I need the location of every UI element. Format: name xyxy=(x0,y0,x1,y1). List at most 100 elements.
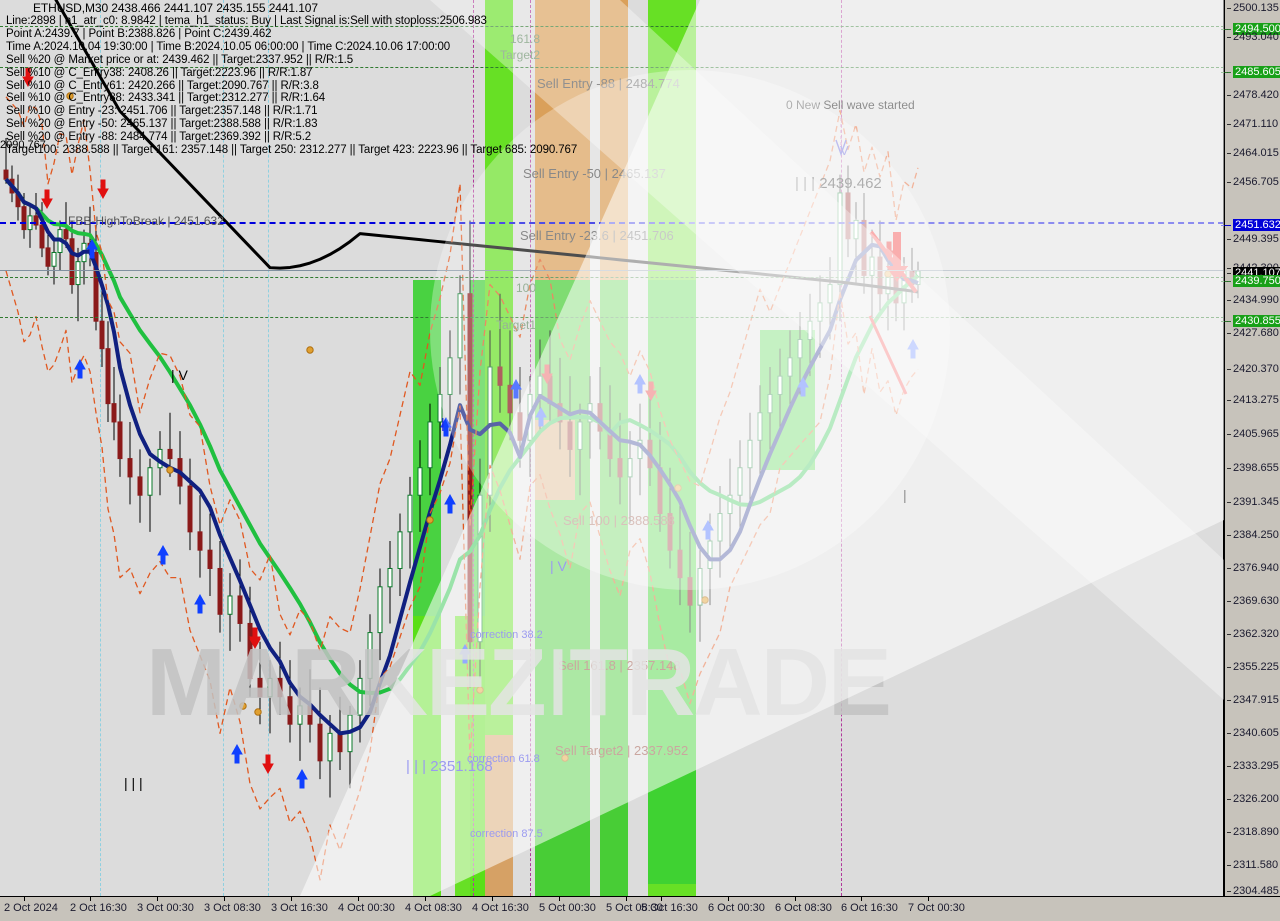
time-label-8: 5 Oct 00:30 xyxy=(539,902,596,914)
time-tick-8 xyxy=(559,897,560,901)
candle xyxy=(397,513,403,596)
candle xyxy=(51,238,57,285)
buy-arrow xyxy=(535,406,547,427)
price-tick-2485.605: 2485.605 xyxy=(1225,65,1280,79)
candle xyxy=(687,531,693,633)
annotation-wave-iv-left: | V xyxy=(171,367,188,383)
time-label-2: 3 Oct 00:30 xyxy=(137,902,194,914)
annotation-wave-v-arrow: V xyxy=(840,143,849,158)
time-tick-4 xyxy=(291,897,292,901)
price-tick-2427.680: 2427.680 xyxy=(1225,326,1280,340)
time-tick-7 xyxy=(492,897,493,901)
candle xyxy=(387,541,393,624)
candle xyxy=(861,192,867,294)
price-tick-2439.750: 2439.750 xyxy=(1225,274,1280,288)
candle xyxy=(187,458,193,551)
time-label-12: 6 Oct 08:30 xyxy=(775,902,832,914)
time-label-7: 4 Oct 16:30 xyxy=(472,902,529,914)
annotation-sell-100: Sell 100 | 2388.588 xyxy=(563,513,675,528)
price-tick-2449.395: 2449.395 xyxy=(1225,232,1280,246)
annotation-wave-i-mid: | xyxy=(441,415,445,431)
price-tick-2434.990: 2434.990 xyxy=(1225,293,1280,307)
candle xyxy=(787,330,793,413)
buy-arrow xyxy=(74,358,86,379)
chart-info-line-6: Sell %10 @ C_Entry88: 2433.341 || Target… xyxy=(6,92,326,105)
annotation-sell-entry-236: Sell Entry -23.6 | 2451.706 xyxy=(520,228,674,243)
time-tick-0 xyxy=(24,897,25,901)
price-scale[interactable]: 2500.135 2494.500 2493.040 2485.605 2478.420… xyxy=(1221,0,1280,897)
sell-arrow xyxy=(41,189,53,210)
candle xyxy=(717,486,723,578)
candle xyxy=(407,476,413,569)
time-label-5: 4 Oct 00:30 xyxy=(338,902,395,914)
price-tick-2471.110: 2471.110 xyxy=(1225,117,1280,131)
candle xyxy=(597,366,603,450)
price-tick-2493.040: 2493.040 xyxy=(1225,30,1280,44)
time-tick-9 xyxy=(626,897,627,901)
candle xyxy=(117,394,123,477)
time-scale[interactable]: 2 Oct 2024 2 Oct 16:30 3 Oct 00:30 3 Oct 08… xyxy=(0,896,1280,921)
price-tick-2384.250: 2384.250 xyxy=(1225,528,1280,542)
price-tick-2369.630: 2369.630 xyxy=(1225,594,1280,608)
candle xyxy=(147,458,153,532)
candle xyxy=(507,330,513,441)
chart-info-line-7: Sell %10 @ Entry -23: 2451.706 || Target… xyxy=(6,105,318,118)
watermark-mid: Z xyxy=(487,629,547,736)
candle xyxy=(757,385,763,477)
time-label-1: 2 Oct 16:30 xyxy=(70,902,127,914)
price-tick-2420.370: 2420.370 xyxy=(1225,362,1280,376)
time-tick-2 xyxy=(157,897,158,901)
buy-arrow xyxy=(296,768,308,789)
time-tick-3 xyxy=(224,897,225,901)
candle xyxy=(777,348,783,432)
annotation-new-sell-wave: 0 New Sell wave started xyxy=(786,98,915,112)
chart-info-line-1: Point A:2439.7 | Point B:2388.826 | Poin… xyxy=(6,27,272,40)
price-tick-2464.015: 2464.015 xyxy=(1225,146,1280,160)
time-tick-14 xyxy=(928,897,929,901)
level-2430.855 xyxy=(0,317,1224,319)
candle xyxy=(177,431,183,505)
candle xyxy=(127,421,133,505)
candle xyxy=(557,357,563,450)
candle xyxy=(727,458,733,551)
candle xyxy=(627,431,633,523)
candle xyxy=(467,220,473,688)
watermark: MARKEZITRADE xyxy=(146,628,892,738)
candle xyxy=(767,366,773,450)
chart-info-line-9: Sell %20 @ Entry -88: 2484.774 || Target… xyxy=(6,131,312,144)
star-marker xyxy=(426,516,434,524)
candle xyxy=(747,412,753,505)
price-tick-2347.915: 2347.915 xyxy=(1225,693,1280,707)
candle xyxy=(197,495,203,578)
time-tick-6 xyxy=(425,897,426,901)
time-label-14: 7 Oct 00:30 xyxy=(908,902,965,914)
price-tick-2311.580: 2311.580 xyxy=(1225,858,1280,872)
annotation-wave-iii-left: | | | xyxy=(124,775,143,791)
candle xyxy=(57,220,63,271)
price-tick-2500.135: 2500.135 xyxy=(1225,1,1280,15)
annotation-sell-entry-50: Sell Entry -50 | 2465.137 xyxy=(523,166,666,181)
chart-info-line-10: Target100: 2388.588 || Target 161: 2357.… xyxy=(6,144,578,157)
time-tick-10 xyxy=(661,897,662,901)
price-tick-2413.275: 2413.275 xyxy=(1225,393,1280,407)
buy-arrow xyxy=(444,493,456,514)
chart-info-line-2: Time A:2024.10.04 19:30:00 | Time B:2024… xyxy=(6,40,451,53)
watermark-right: TRADE xyxy=(569,629,892,736)
price-tick-2376.940: 2376.940 xyxy=(1225,561,1280,575)
chart-plot-area[interactable]: MARKEZITRADE 161.8 Target2 2090.767 100 Targ… xyxy=(0,0,1224,896)
chart-info-line-5: Sell %10 @ C_Entry61: 2420.266 || Target… xyxy=(6,79,319,92)
annotation-wave-0-price: | | | 2439.462 xyxy=(795,175,882,192)
candle xyxy=(877,220,883,313)
annotation-sell-target2: Sell Target2 | 2337.952 xyxy=(555,743,689,758)
time-label-13: 6 Oct 16:30 xyxy=(841,902,898,914)
chart-info-line-4: Sell %10 @ C_Entry38: 2408.26 || Target:… xyxy=(6,66,313,79)
sell-arrow xyxy=(97,179,109,200)
price-tick-2456.705: 2456.705 xyxy=(1225,175,1280,189)
annotation-fib-100: 100 xyxy=(516,281,537,295)
chart-info-lines: Line:2898 | h1_atr_c0: 8.9842 | tema_h1_… xyxy=(6,15,577,157)
price-tick-2362.320: 2362.320 xyxy=(1225,627,1280,641)
annotation-fbb-high-tobreak: FBB-HighToBreak | 2451.632 xyxy=(68,214,224,228)
time-tick-5 xyxy=(358,897,359,901)
candle xyxy=(427,403,433,496)
candle xyxy=(447,330,453,432)
